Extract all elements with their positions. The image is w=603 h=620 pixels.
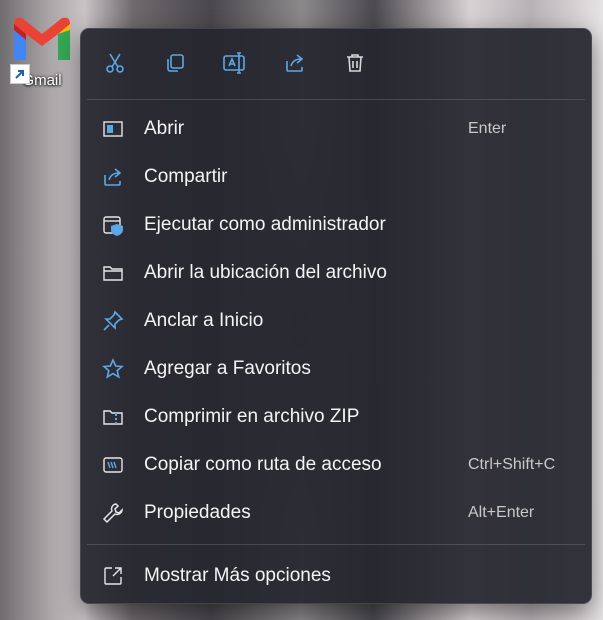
menu-item-label: Ejecutar como administrador: [144, 214, 386, 235]
pin-icon: [101, 309, 125, 333]
menu-item-compress-zip[interactable]: Comprimir en archivo ZIP: [87, 394, 585, 440]
run-as-admin-icon: [101, 213, 125, 237]
menu-item-label: Comprimir en archivo ZIP: [144, 406, 360, 427]
delete-button[interactable]: [337, 49, 373, 81]
menu-item-label: Abrir: [144, 118, 185, 139]
cut-button[interactable]: [97, 49, 133, 81]
menu-item-label: Copiar como ruta de acceso: [144, 454, 382, 475]
shortcut-arrow-icon: [10, 64, 30, 84]
star-icon: [101, 357, 125, 381]
delete-icon: [343, 51, 367, 80]
cut-icon: [103, 51, 127, 80]
copy-icon: [163, 51, 187, 80]
desktop-shortcut-gmail[interactable]: Gmail: [6, 14, 78, 110]
menu-item-shortcut: Alt+Enter: [468, 504, 535, 521]
menu-separator: [87, 544, 585, 545]
menu-item-shortcut: Ctrl+Shift+C: [468, 456, 556, 473]
wrench-icon: [101, 501, 125, 525]
copy-path-icon: [101, 453, 125, 477]
open-icon: [101, 117, 125, 141]
menu-item-run-as-admin[interactable]: Ejecutar como administrador: [87, 202, 585, 248]
folder-icon: [101, 261, 125, 285]
gmail-icon: [10, 14, 74, 64]
rename-button[interactable]: [217, 49, 253, 81]
menu-item-label: Abrir la ubicación del archivo: [144, 262, 387, 283]
menu-item-label: Anclar a Inicio: [144, 310, 264, 331]
menu-item-show-more-options[interactable]: Mostrar Más opciones: [87, 553, 585, 599]
menu-item-open[interactable]: Abrir Enter: [87, 106, 585, 152]
zip-icon: [101, 405, 125, 429]
rename-icon: [222, 51, 248, 80]
context-menu-toolbar: [81, 29, 591, 99]
share-button[interactable]: [277, 49, 313, 81]
menu-item-copy-as-path[interactable]: Copiar como ruta de acceso Ctrl+Shift+C: [87, 442, 585, 488]
menu-item-share[interactable]: Compartir: [87, 154, 585, 200]
show-more-icon: [101, 564, 125, 588]
menu-item-label: Mostrar Más opciones: [144, 565, 331, 586]
menu-item-properties[interactable]: Propiedades Alt+Enter: [87, 490, 585, 536]
menu-item-add-to-favorites[interactable]: Agregar a Favoritos: [87, 346, 585, 392]
menu-item-label: Compartir: [144, 166, 228, 187]
share-icon: [283, 51, 307, 80]
menu-item-label: Propiedades: [144, 502, 251, 523]
menu-item-label: Agregar a Favoritos: [144, 358, 311, 379]
menu-item-pin-to-start[interactable]: Anclar a Inicio: [87, 298, 585, 344]
menu-item-shortcut: Enter: [468, 120, 507, 137]
copy-button[interactable]: [157, 49, 193, 81]
share-icon: [101, 165, 125, 189]
context-menu: Abrir Enter Compartir Ejecutar como admi…: [80, 28, 592, 604]
toolbar-separator: [87, 99, 585, 100]
menu-item-open-file-location[interactable]: Abrir la ubicación del archivo: [87, 250, 585, 296]
